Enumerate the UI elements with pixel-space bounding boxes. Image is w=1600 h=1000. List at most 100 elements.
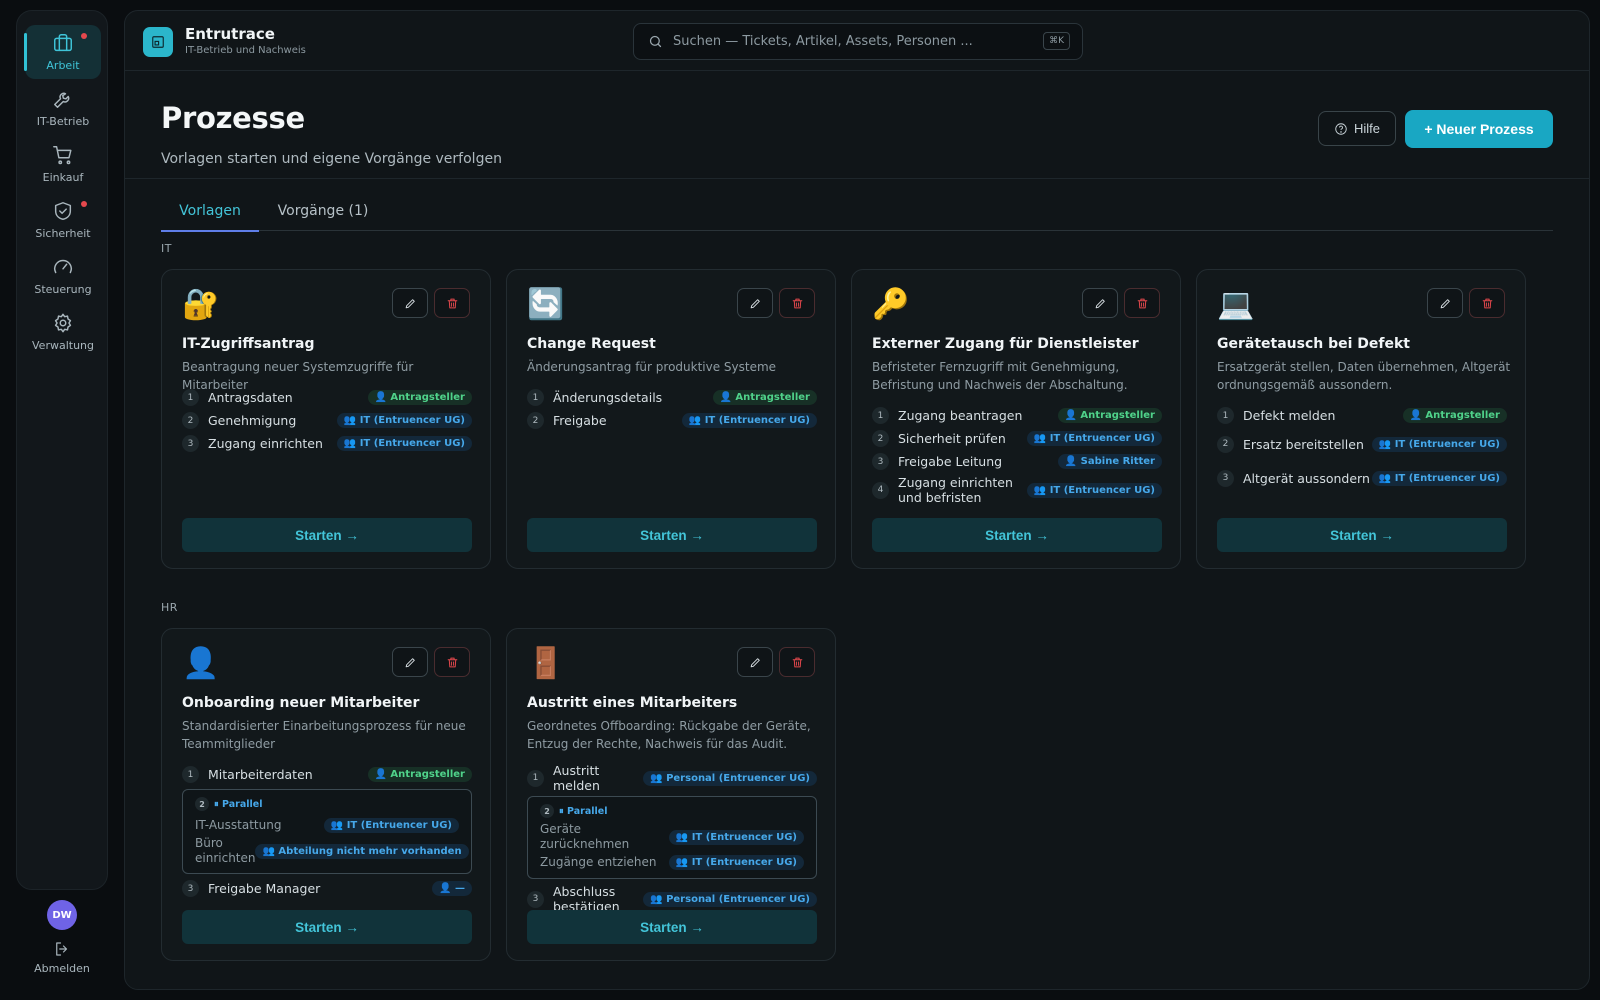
sidebar-item-steuerung[interactable]: Steuerung — [25, 249, 101, 303]
process-step: 1 Defekt melden 👤 Antragsteller — [1217, 404, 1507, 427]
sidebar-item-verwaltung[interactable]: Verwaltung — [25, 305, 101, 359]
sidebar-item-arbeit[interactable]: Arbeit — [24, 25, 101, 79]
start-button[interactable]: Starten → — [527, 518, 817, 552]
delete-button[interactable] — [779, 288, 815, 318]
step-label: Genehmigung — [208, 413, 297, 428]
assignee-badge: 👥 IT (Entruencer UG) — [668, 829, 804, 845]
tab-vorgaenge[interactable]: Vorgänge (1) — [271, 191, 375, 231]
card-emoji-icon: 🔑 — [872, 287, 910, 322]
cart-icon — [53, 146, 72, 165]
step-number: 2 — [872, 430, 889, 447]
card-emoji-icon: 🚪 — [527, 646, 565, 681]
card-actions — [737, 288, 815, 318]
step-list: 1 Austritt melden 👥 Personal (Entruencer… — [527, 763, 817, 916]
logo-icon — [152, 36, 164, 48]
delete-button[interactable] — [434, 288, 470, 318]
sidebar: Arbeit IT-Betrieb Einkauf Sicherheit Ste… — [16, 10, 108, 890]
step-label: Freigabe — [553, 413, 607, 428]
step-label: Zugang einrichten — [208, 436, 323, 451]
step-list: 1 Antragsdaten 👤 Antragsteller 2 Genehmi… — [182, 386, 472, 455]
delete-button[interactable] — [779, 647, 815, 677]
delete-button[interactable] — [1124, 288, 1160, 318]
card-actions — [1427, 288, 1505, 318]
card-emoji-icon: 🔐 — [182, 287, 220, 322]
sidebar-item-einkauf[interactable]: Einkauf — [25, 137, 101, 191]
sidebar-item-it-betrieb[interactable]: IT-Betrieb — [25, 81, 101, 135]
trash-icon — [1137, 298, 1147, 308]
step-label: Geräte zurücknehmen — [540, 822, 630, 851]
edit-button[interactable] — [1427, 288, 1463, 318]
step-number: 1 — [527, 389, 544, 406]
step-number: 3 — [527, 890, 544, 908]
step-number: 3 — [182, 880, 199, 897]
step-number: 2 — [540, 804, 554, 818]
trash-icon — [447, 298, 457, 308]
search-input[interactable]: Suchen — Tickets, Artikel, Assets, Perso… — [633, 23, 1083, 60]
process-step: 4 Zugang einrichten und befristen 👥 IT (… — [872, 473, 1162, 507]
pencil-icon — [405, 298, 415, 308]
edit-button[interactable] — [737, 647, 773, 677]
logout-button[interactable]: Abmelden — [18, 940, 106, 984]
process-step: 2 Genehmigung 👥 IT (Entruencer UG) — [182, 409, 472, 432]
step-list: 1 Defekt melden 👤 Antragsteller 2 Ersatz… — [1217, 404, 1507, 495]
sidebar-item-label: Arbeit — [46, 59, 80, 72]
step-number: 1 — [1217, 407, 1234, 424]
card-emoji-icon: 🔄 — [527, 287, 565, 322]
step-label: Zugang beantragen — [898, 408, 1023, 423]
assignee-badge: 👥 IT (Entruencer UG) — [323, 817, 459, 833]
help-label: Hilfe — [1353, 121, 1380, 136]
step-label: Änderungsdetails — [553, 390, 663, 405]
card-emoji-icon: 💻 — [1217, 287, 1255, 322]
avatar[interactable]: DW — [47, 900, 77, 930]
edit-button[interactable] — [737, 288, 773, 318]
process-step: 3 Altgerät aussondern 👥 IT (Entruencer U… — [1217, 461, 1507, 495]
top-bar: Entrutrace IT-Betrieb und Nachweis Suche… — [125, 11, 1589, 71]
parallel-step-row: IT-Ausstattung 👥 IT (Entruencer UG) — [195, 815, 459, 835]
tab-vorlagen[interactable]: Vorlagen — [161, 191, 259, 232]
trash-icon — [792, 298, 802, 308]
sidebar-item-sicherheit[interactable]: Sicherheit — [25, 193, 101, 247]
logout-label: Abmelden — [34, 962, 90, 975]
step-label: Freigabe Manager — [208, 881, 321, 896]
tab-bar: Vorlagen Vorgänge (1) — [161, 191, 1553, 232]
start-button[interactable]: Starten → — [182, 910, 472, 944]
parallel-step-row: Büro einrichten 👥 Abteilung nicht mehr v… — [195, 835, 469, 867]
card-description: Geordnetes Offboarding: Rückgabe der Ger… — [527, 719, 811, 751]
pencil-icon — [405, 657, 415, 667]
card-description: Befristeter Fernzugriff mit Genehmigung,… — [872, 360, 1128, 392]
step-number: 1 — [872, 407, 889, 424]
assignee-badge: 👤 Antragsteller — [367, 390, 472, 405]
sidebar-item-label: Einkauf — [42, 171, 84, 184]
delete-button[interactable] — [1469, 288, 1505, 318]
start-button[interactable]: Starten → — [182, 518, 472, 552]
step-number: 4 — [872, 481, 889, 499]
main-panel: Entrutrace IT-Betrieb und Nachweis Suche… — [124, 10, 1590, 990]
step-label: Antragsdaten — [208, 390, 293, 405]
gear-icon — [54, 313, 72, 333]
section-label-hr: HR — [161, 601, 178, 614]
card-title: Change Request — [527, 336, 656, 352]
parallel-header: 2 ⏸ Parallel — [540, 804, 804, 818]
process-step: 3 Freigabe Leitung 👤 Sabine Ritter — [872, 450, 1162, 473]
edit-button[interactable] — [392, 288, 428, 318]
edit-button[interactable] — [392, 647, 428, 677]
start-button[interactable]: Starten → — [872, 518, 1162, 552]
assignee-badge: 👥 Abteilung nicht mehr vorhanden — [255, 843, 469, 859]
new-process-button[interactable]: + Neuer Prozess — [1405, 110, 1553, 148]
shield-icon — [54, 202, 72, 220]
step-label: Büro einrichten — [195, 836, 256, 865]
card-actions — [392, 288, 470, 318]
process-step: 2 Sicherheit prüfen 👥 IT (Entruencer UG) — [872, 427, 1162, 450]
edit-button[interactable] — [1082, 288, 1118, 318]
delete-button[interactable] — [434, 647, 470, 677]
step-label: Ersatz bereitstellen — [1243, 436, 1364, 452]
step-number: 1 — [527, 769, 544, 787]
help-button[interactable]: Hilfe — [1318, 111, 1396, 146]
start-button[interactable]: Starten → — [527, 910, 817, 944]
assignee-badge: 👥 Personal (Entruencer UG) — [643, 770, 817, 786]
start-button[interactable]: Starten → — [1217, 518, 1507, 552]
step-number: 2 — [182, 412, 199, 429]
process-step: 1 Mitarbeiterdaten 👤 Antragsteller — [182, 763, 472, 786]
pencil-icon — [1095, 298, 1105, 308]
app-logo[interactable] — [143, 27, 173, 57]
